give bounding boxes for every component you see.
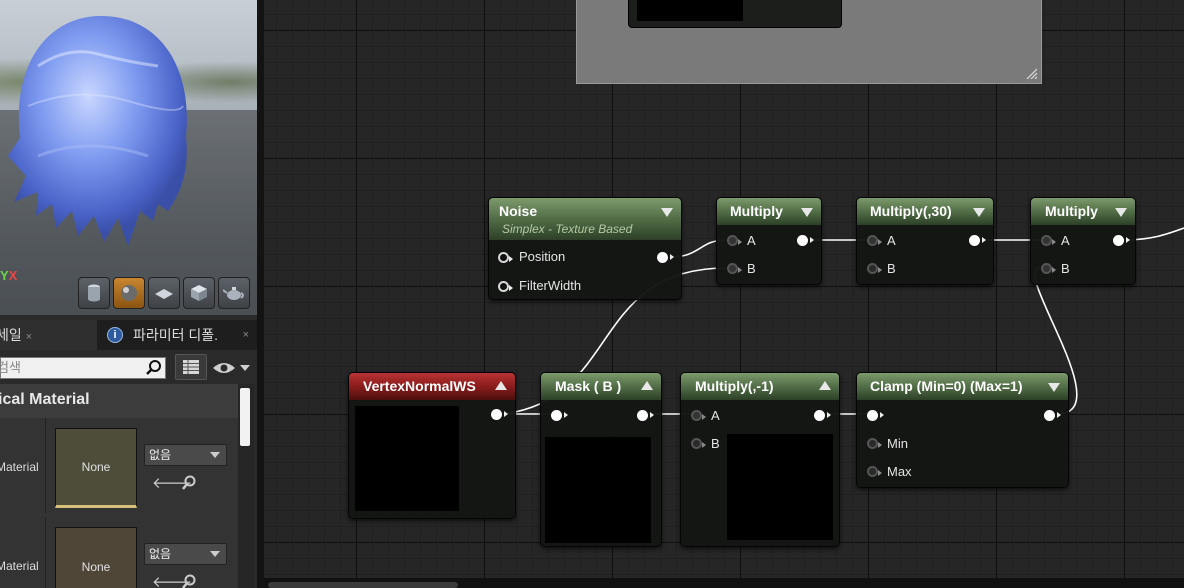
pin-label: B — [1061, 261, 1070, 276]
input-pin-position[interactable] — [498, 252, 513, 263]
collapse-arrow-icon[interactable] — [1048, 383, 1060, 392]
node-title: Clamp (Min=0) (Max=1) — [870, 378, 1023, 394]
node-title: Mask ( B ) — [555, 378, 622, 394]
expand-arrow-icon[interactable] — [495, 381, 507, 390]
input-pin-b[interactable] — [1041, 263, 1056, 274]
pin-label: B — [747, 261, 756, 276]
node-title: Multiply(,-1) — [695, 378, 774, 394]
output-pin[interactable] — [637, 410, 654, 421]
node-title: Noise — [499, 203, 538, 219]
node-multiply[interactable]: Multiply A B — [1030, 197, 1136, 285]
node-multiply[interactable]: Multiply A B — [716, 197, 822, 285]
pin-label: Min — [887, 436, 908, 451]
input-pin-a[interactable] — [1041, 235, 1056, 246]
node-vertex-normal-ws[interactable]: VertexNormalWS — [348, 372, 516, 519]
pin-label: B — [711, 436, 720, 451]
input-pin-a[interactable] — [727, 235, 742, 246]
pin-label: Position — [519, 249, 566, 264]
node-multiply-neg1[interactable]: Multiply(,-1) A B — [680, 372, 840, 547]
collapse-arrow-icon[interactable] — [661, 208, 673, 217]
output-pin[interactable] — [814, 410, 831, 421]
input-pin-b[interactable] — [727, 263, 742, 274]
output-pin[interactable] — [969, 235, 986, 246]
node-mask-b[interactable]: Mask ( B ) — [540, 372, 662, 547]
node-title: VertexNormalWS — [363, 378, 476, 394]
expand-arrow-icon[interactable] — [819, 381, 831, 390]
node-title: Multiply — [1045, 203, 1098, 219]
input-pin[interactable] — [551, 410, 568, 421]
node-noise[interactable]: Noise Simplex - Texture Based Position F… — [488, 197, 682, 300]
node-preview — [545, 437, 651, 543]
input-pin-filterwidth[interactable] — [498, 281, 513, 292]
node-title: Multiply — [730, 203, 783, 219]
pin-label: A — [747, 233, 756, 248]
collapse-arrow-icon[interactable] — [1115, 208, 1127, 217]
input-pin-b[interactable] — [691, 438, 706, 449]
input-pin-a[interactable] — [867, 235, 882, 246]
pin-label: A — [1061, 233, 1070, 248]
output-pin[interactable] — [797, 235, 814, 246]
node-clamp[interactable]: Clamp (Min=0) (Max=1) Min Max — [856, 372, 1069, 488]
pin-label: Max — [887, 464, 912, 479]
node-preview — [355, 406, 459, 511]
pin-label: A — [887, 233, 896, 248]
expand-arrow-icon[interactable] — [641, 381, 653, 390]
input-pin-max[interactable] — [867, 466, 882, 477]
collapse-arrow-icon[interactable] — [801, 208, 813, 217]
node-title: Multiply(,30) — [870, 203, 952, 219]
output-pin[interactable] — [1044, 410, 1061, 421]
pin-label: FilterWidth — [519, 278, 582, 293]
node-preview — [727, 434, 833, 540]
collapse-arrow-icon[interactable] — [973, 208, 985, 217]
input-pin-min[interactable] — [867, 438, 882, 449]
node-subtitle: Simplex - Texture Based — [502, 222, 633, 236]
input-pin[interactable] — [867, 410, 884, 421]
output-pin[interactable] — [1113, 235, 1130, 246]
node-multiply-30[interactable]: Multiply(,30) A B — [856, 197, 994, 285]
output-pin[interactable] — [491, 409, 508, 420]
pin-label: B — [887, 261, 896, 276]
input-pin-a[interactable] — [691, 410, 706, 421]
output-pin[interactable] — [657, 252, 674, 263]
pin-label: A — [711, 408, 720, 423]
input-pin-b[interactable] — [867, 263, 882, 274]
